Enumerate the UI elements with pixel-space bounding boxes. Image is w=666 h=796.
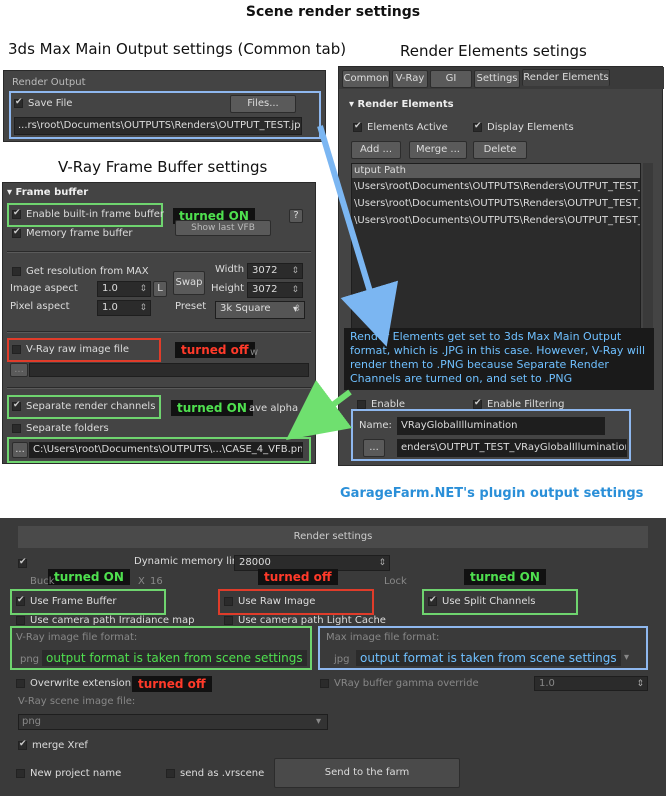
max-format-note: output format is taken from scene settin… [356, 650, 621, 666]
garagefarm-heading: GarageFarm.NET's plugin output settings [340, 486, 644, 501]
turned-on-badge: turned ON [464, 569, 546, 585]
send-vrscene-checkbox[interactable]: send as .vrscene [166, 768, 264, 779]
dyn-mem-checkbox[interactable] [18, 557, 32, 569]
turned-off-badge: turned off [258, 569, 338, 585]
png-value: png [20, 654, 40, 665]
vray-scene-label: V-Ray scene image file: [18, 696, 136, 707]
dyn-mem-label: Dynamic memory limit [134, 556, 249, 567]
cam-irradiance-checkbox[interactable]: Use camera path Irradiance map [16, 615, 194, 626]
x-value: 16 [150, 576, 163, 587]
overwrite-extension-checkbox[interactable]: Overwrite extension [16, 678, 131, 689]
lock-label: Lock [384, 576, 407, 587]
jpg-value: jpg [334, 654, 350, 665]
merge-xref-checkbox[interactable]: merge Xref [18, 739, 88, 751]
turned-on-badge: turned ON [48, 569, 130, 585]
cam-lightcache-checkbox[interactable]: Use camera path Light Cache [224, 615, 386, 626]
turned-off-badge: turned off [132, 676, 212, 692]
use-frame-buffer-checkbox[interactable]: Use Frame Buffer [16, 595, 117, 607]
vray-format-note: output format is taken from scene settin… [42, 650, 307, 666]
green-arrow [286, 380, 352, 440]
vray-scene-dropdown[interactable]: png ▾ [18, 714, 328, 730]
send-to-farm-button[interactable]: Send to the farm [274, 758, 460, 788]
garagefarm-panel: Render settings Dynamic memory limit 280… [0, 518, 666, 796]
arrows-overlay [286, 125, 399, 440]
bucket-label: Buck [30, 576, 55, 587]
chevron-down-icon[interactable]: ▾ [624, 652, 629, 663]
blue-arrow [317, 125, 399, 347]
use-raw-image-checkbox[interactable]: Use Raw Image [224, 596, 315, 607]
new-project-checkbox[interactable]: New project name [16, 768, 121, 779]
x-label: X [138, 576, 145, 587]
gamma-override-checkbox[interactable]: VRay buffer gamma override [320, 678, 479, 689]
use-split-channels-checkbox[interactable]: Use Split Channels [428, 595, 535, 607]
render-settings-bar[interactable]: Render settings [18, 526, 648, 548]
max-format-label: Max image file format: [326, 632, 440, 643]
chevron-down-icon: ▾ [315, 716, 321, 727]
gamma-spinner[interactable]: 1.0 [534, 676, 648, 691]
vray-format-label: V-Ray image file format: [16, 632, 138, 643]
